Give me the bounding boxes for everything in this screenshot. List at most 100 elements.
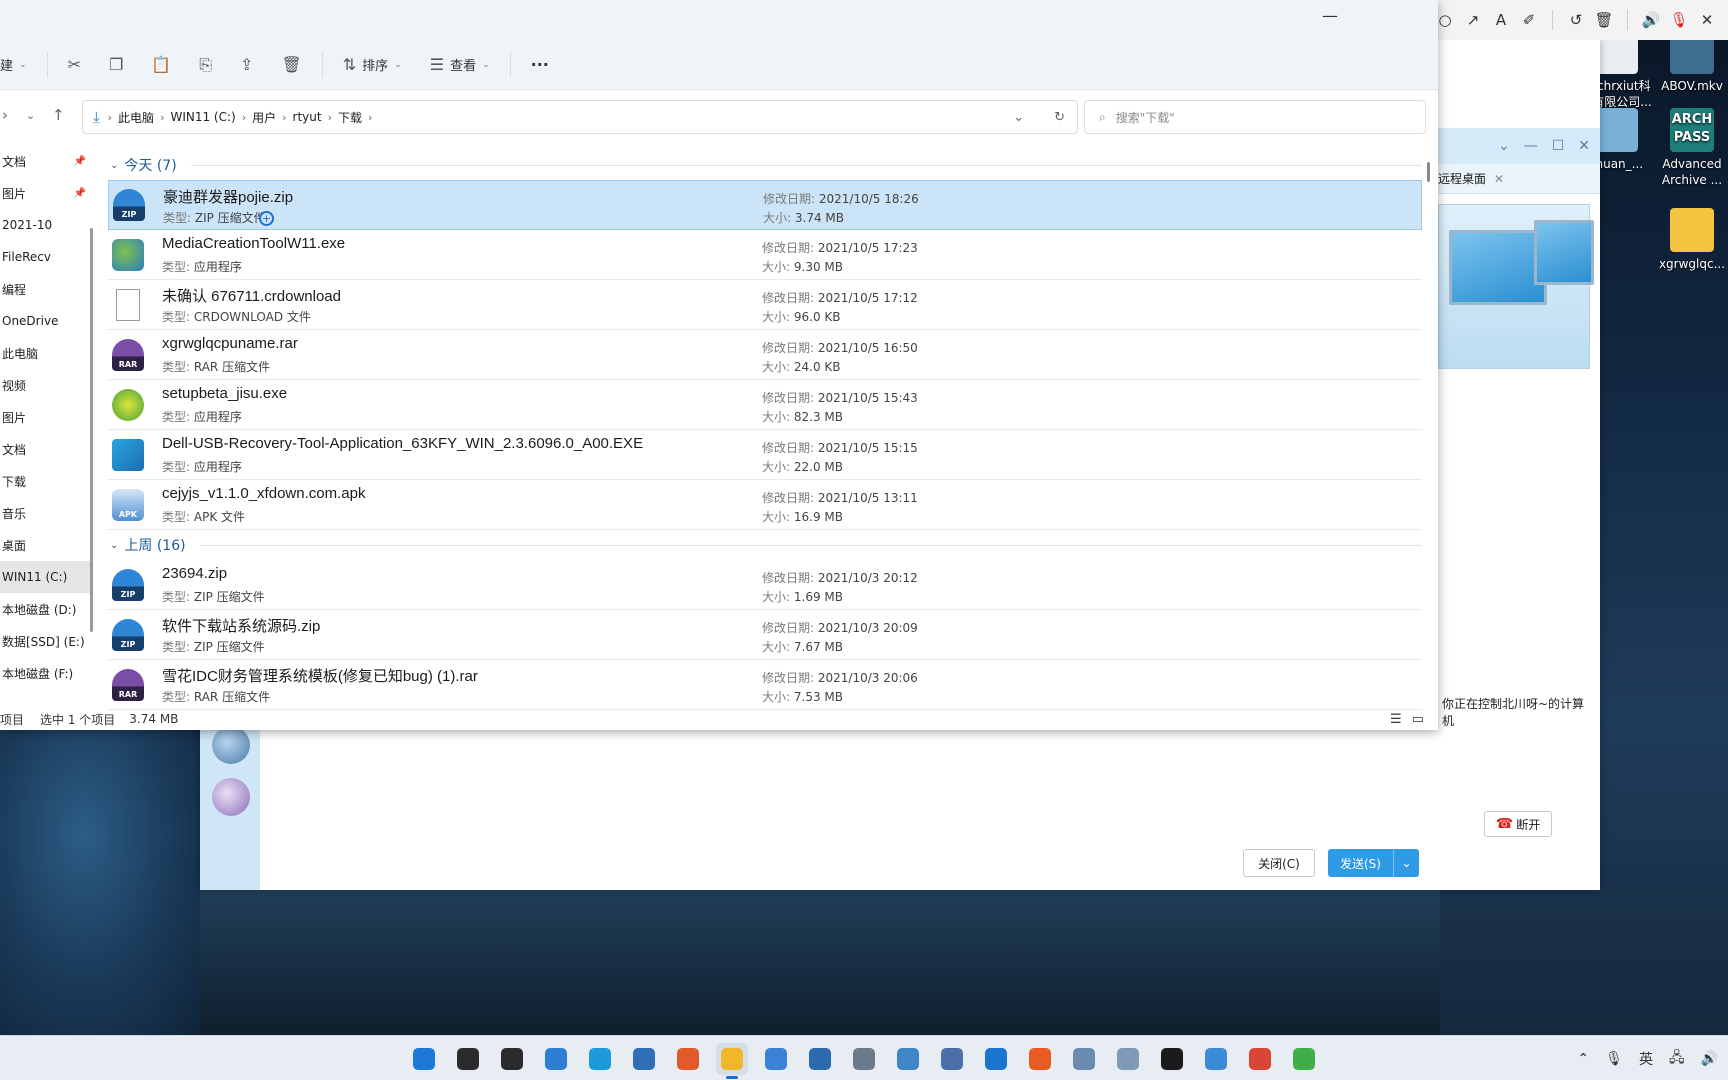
chevron-up-icon[interactable]: ⌃ xyxy=(1577,1051,1589,1067)
details-view-icon[interactable]: ☰ xyxy=(1390,712,1402,727)
close-button[interactable]: 关闭(C) xyxy=(1243,849,1315,877)
remote-icon[interactable] xyxy=(892,1043,924,1075)
disconnect-button[interactable]: ☎ 断开 xyxy=(1484,811,1552,837)
paste-button[interactable]: 📋 xyxy=(137,49,185,81)
sidebar-item[interactable]: 本地磁盘 (D:) xyxy=(0,593,92,625)
sidebar-item[interactable]: 编程 xyxy=(0,273,92,305)
microphone-icon[interactable]: 🎙 xyxy=(1605,1051,1623,1067)
office-icon[interactable] xyxy=(672,1043,704,1075)
close-icon[interactable]: ✕ xyxy=(1696,9,1718,31)
search-icon[interactable] xyxy=(452,1043,484,1075)
list-item[interactable]: Dell-USB-Recovery-Tool-Application_63KFY… xyxy=(108,430,1422,480)
edge-icon[interactable] xyxy=(584,1043,616,1075)
breadcrumb-user[interactable]: rtyut xyxy=(293,110,322,124)
text-icon[interactable]: A xyxy=(1490,9,1512,31)
chevron-down-icon[interactable]: ⌄ xyxy=(1392,849,1419,877)
more-button[interactable]: ··· xyxy=(517,49,563,81)
send-label[interactable]: 发送(S) xyxy=(1328,849,1393,877)
sidebar-item[interactable]: 下载 xyxy=(0,465,92,497)
group-header[interactable]: ⌄ 上周 (16) xyxy=(108,530,1422,560)
avatar[interactable] xyxy=(212,726,250,764)
list-item[interactable]: ZIP 23694.zip 类型: ZIP 压缩文件 修改日期: 2021/10/3 … xyxy=(108,560,1422,610)
avatar[interactable] xyxy=(212,778,250,816)
network-icon[interactable]: 🖧 xyxy=(1669,1047,1685,1071)
input-language[interactable]: 英 xyxy=(1639,1049,1653,1069)
breadcrumb-drive[interactable]: WIN11 (C:) xyxy=(170,110,235,124)
widgets-icon[interactable] xyxy=(540,1043,572,1075)
n-app-icon[interactable] xyxy=(1288,1043,1320,1075)
sidebar-item[interactable]: 此电脑 xyxy=(0,337,92,369)
start-icon[interactable] xyxy=(408,1043,440,1075)
arrow-icon[interactable] xyxy=(980,1043,1012,1075)
sidebar-item[interactable]: 本地磁盘 (F:) xyxy=(0,657,92,689)
sidebar-item[interactable]: 图片 xyxy=(0,401,92,433)
list-item[interactable]: RAR 雪花IDC财务管理系统模板(修复已知bug) (1).rar 类型: RAR… xyxy=(108,660,1422,710)
sidebar-item[interactable]: OneDrive xyxy=(0,305,92,337)
breadcrumb-users[interactable]: 用户 xyxy=(252,109,276,126)
up-arrow-icon[interactable]: ↑ xyxy=(52,106,65,124)
sidebar-item[interactable]: 文档 xyxy=(0,433,92,465)
sidebar-item[interactable]: 音乐 xyxy=(0,497,92,529)
group-header[interactable]: ⌄ 今天 (7) xyxy=(108,150,1422,180)
sidebar-item[interactable]: 数据[SSD] (E:) xyxy=(0,625,92,657)
chevron-down-icon[interactable]: ⌄ xyxy=(26,109,35,122)
tab-remote-desktop[interactable]: 远程桌面 ✕ xyxy=(1428,164,1600,194)
sort-button[interactable]: ⇅ 排序 ⌄ xyxy=(329,49,416,81)
list-item[interactable]: APK cejyjs_v1.1.0_xfdown.com.apk 类型: APK 文… xyxy=(108,480,1422,530)
share-button[interactable]: ⇪ xyxy=(226,49,267,81)
list-item[interactable]: ZIP 豪迪群发器pojie.zip 类型: ZIP 压缩文件 修改日期: 2021/… xyxy=(108,180,1422,230)
list-item[interactable]: 未确认 676711.crdownload 类型: CRDOWNLOAD 文件 修改… xyxy=(108,280,1422,330)
orange-icon[interactable] xyxy=(1024,1043,1056,1075)
scrollbar[interactable] xyxy=(90,228,93,632)
search-input[interactable]: ⌕ 搜索"下载" xyxy=(1084,100,1426,134)
sidebar-item[interactable]: 2021-10 xyxy=(0,209,92,241)
view-button[interactable]: ☰ 查看 ⌄ xyxy=(416,49,504,81)
chevron-down-icon[interactable]: ⌄ xyxy=(1013,110,1024,125)
minimize-icon[interactable]: — xyxy=(1524,138,1538,154)
sidebar-item[interactable]: 文档 📌 xyxy=(0,145,92,177)
sidebar-item[interactable]: 视频 xyxy=(0,369,92,401)
list-item[interactable]: setupbeta_jisu.exe 类型: 应用程序 修改日期: 2021/10/… xyxy=(108,380,1422,430)
send-button[interactable]: 发送(S) ⌄ xyxy=(1328,849,1419,877)
undo-icon[interactable]: ↺ xyxy=(1565,9,1587,31)
close-icon[interactable]: ✕ xyxy=(1578,138,1590,154)
list-item[interactable]: MediaCreationToolW11.exe 类型: 应用程序 修改日期: 20… xyxy=(108,230,1422,280)
speaker-icon[interactable]: 🔊 xyxy=(1701,1051,1718,1067)
rename-button[interactable]: ⎘ xyxy=(185,49,226,81)
maximize-icon[interactable]: ☐ xyxy=(1552,138,1565,154)
delete-button[interactable]: 🗑 xyxy=(267,49,315,81)
copy-button[interactable]: ❐ xyxy=(95,49,137,81)
desktop-icon[interactable]: xgrwglqc... xyxy=(1652,208,1728,272)
sidebar-item[interactable]: WIN11 (C:) xyxy=(0,561,92,593)
forward-icon[interactable]: › xyxy=(2,106,8,124)
network-icon[interactable] xyxy=(1068,1043,1100,1075)
chevron-down-icon[interactable]: ⌄ xyxy=(1498,138,1510,154)
refresh-icon[interactable]: ↻ xyxy=(1054,110,1065,125)
sidebar-item[interactable]: 桌面 xyxy=(0,529,92,561)
arrow-icon[interactable]: ↗ xyxy=(1462,9,1484,31)
breadcrumb-this-pc[interactable]: 此电脑 xyxy=(118,109,154,126)
minimize-icon[interactable]: — xyxy=(1322,6,1338,25)
breadcrumb-downloads[interactable]: 下载 xyxy=(338,109,362,126)
app-blue-icon[interactable] xyxy=(760,1043,792,1075)
sidebar-item[interactable]: FileRecv xyxy=(0,241,92,273)
tiles-view-icon[interactable]: ▭ xyxy=(1412,712,1424,727)
desktop-icon[interactable]: ARCH PASS Advanced Archive ... xyxy=(1652,108,1728,188)
video-icon[interactable] xyxy=(804,1043,836,1075)
paint-icon[interactable] xyxy=(936,1043,968,1075)
task-view-icon[interactable] xyxy=(496,1043,528,1075)
box-icon[interactable] xyxy=(1200,1043,1232,1075)
photos-icon[interactable] xyxy=(1112,1043,1144,1075)
settings-icon[interactable] xyxy=(848,1043,880,1075)
close-icon[interactable]: ✕ xyxy=(1494,172,1504,186)
highlighter-icon[interactable]: ✐ xyxy=(1518,9,1540,31)
chrome-icon[interactable] xyxy=(1244,1043,1276,1075)
new-button[interactable]: 建 ⌄ xyxy=(0,49,41,81)
file-explorer-icon[interactable] xyxy=(716,1042,748,1079)
trash-icon[interactable]: 🗑 xyxy=(1593,9,1615,31)
sidebar-item[interactable]: 图片 📌 xyxy=(0,177,92,209)
list-item[interactable]: RAR xgrwglqcpuname.rar 类型: RAR 压缩文件 修改日期: 2… xyxy=(108,330,1422,380)
address-bar[interactable]: ⤓ › 此电脑 › WIN11 (C:) › 用户 › rtyut › 下载 ›… xyxy=(82,100,1078,134)
list-item[interactable]: ZIP 软件下载站系统源码.zip 类型: ZIP 压缩文件 修改日期: 2021/1… xyxy=(108,610,1422,660)
store-icon[interactable] xyxy=(628,1043,660,1075)
